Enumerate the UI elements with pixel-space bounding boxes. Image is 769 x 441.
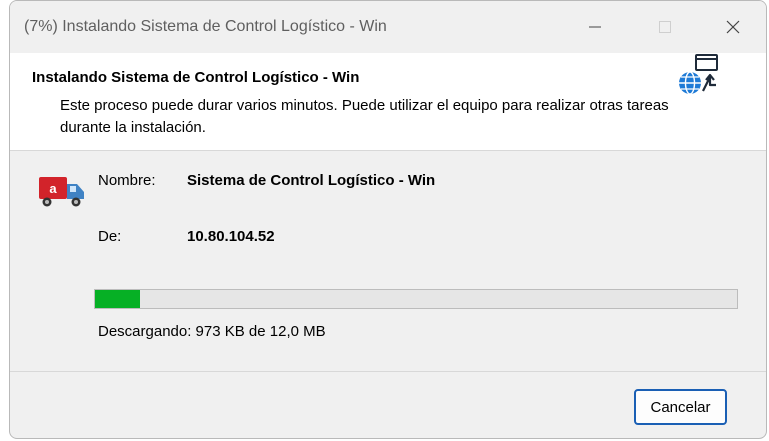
progress-status: Descargando: 973 KB de 12,0 MB	[98, 323, 326, 340]
header-title: Instalando Sistema de Control Logístico …	[32, 69, 360, 86]
title-bar[interactable]: (7%) Instalando Sistema de Control Logís…	[10, 1, 766, 53]
name-value: Sistema de Control Logístico - Win	[187, 172, 436, 189]
truck-icon: a	[39, 177, 84, 207]
minimize-icon	[589, 26, 601, 28]
minimize-button[interactable]	[572, 1, 618, 53]
footer-divider	[10, 371, 766, 372]
progress-fill	[95, 290, 140, 308]
installer-window: (7%) Instalando Sistema de Control Logís…	[9, 0, 767, 439]
close-icon	[726, 20, 740, 34]
maximize-icon	[659, 21, 671, 33]
svg-text:a: a	[49, 181, 57, 196]
from-value: 10.80.104.52	[187, 228, 275, 245]
close-button[interactable]	[710, 1, 756, 53]
header-description: Este proceso puede durar varios minutos.…	[60, 97, 669, 136]
name-label: Nombre:	[98, 172, 156, 189]
installer-content: a Nombre: Sistema de Control Logístico -…	[10, 151, 766, 371]
maximize-button	[642, 1, 688, 53]
window-title: (7%) Instalando Sistema de Control Logís…	[24, 18, 387, 35]
installer-header: Instalando Sistema de Control Logístico …	[10, 53, 766, 151]
download-progress-bar	[94, 289, 738, 309]
from-label: De:	[98, 228, 122, 245]
globe-network-icon	[679, 54, 718, 95]
cancel-button[interactable]: Cancelar	[634, 389, 727, 425]
